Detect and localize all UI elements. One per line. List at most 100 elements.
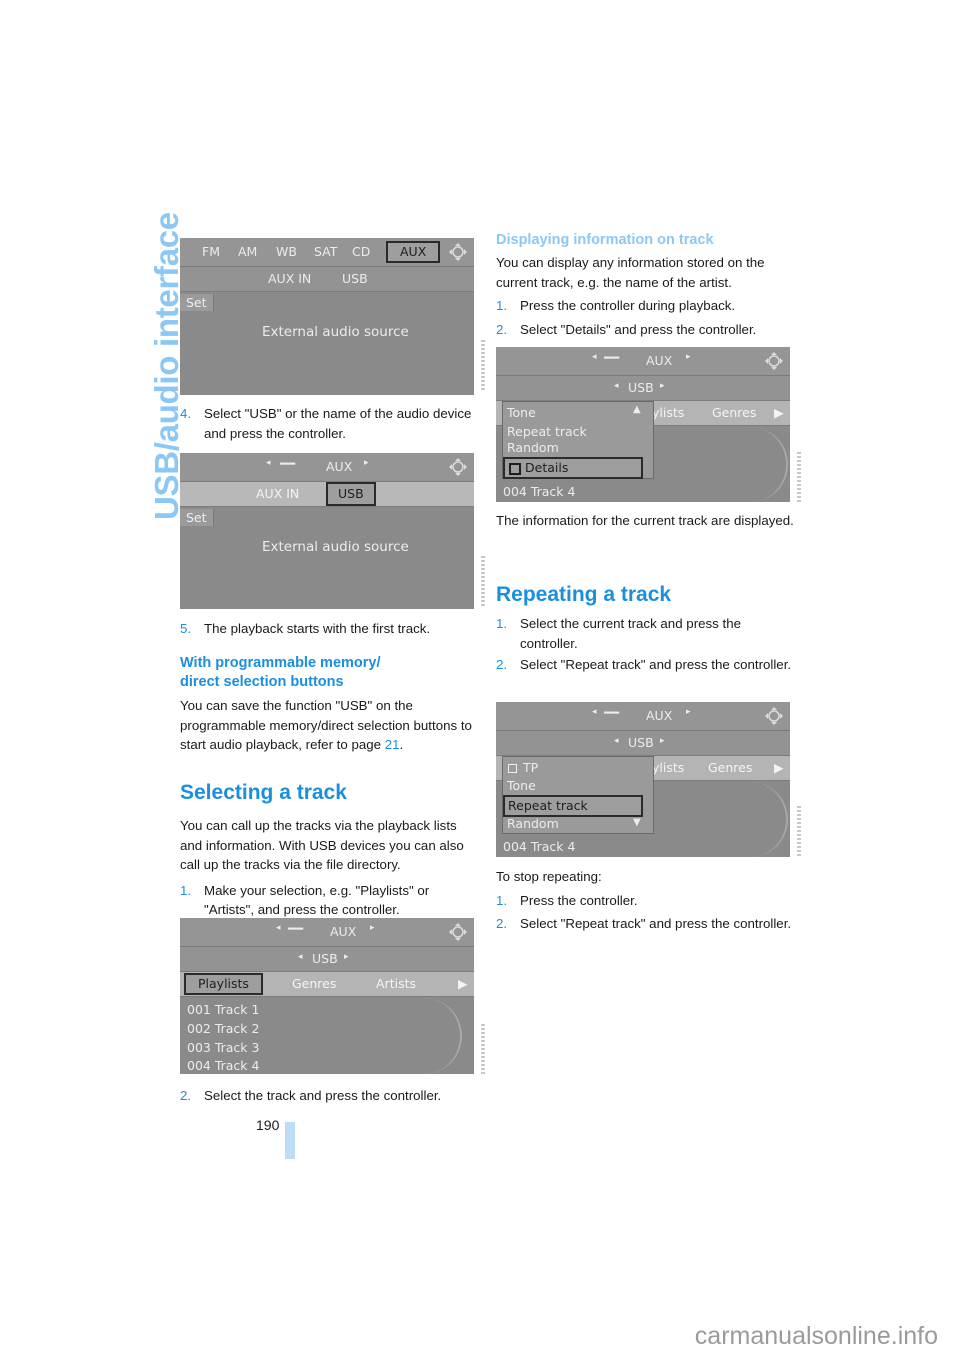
tab-playlists-selected[interactable]: Playlists	[184, 973, 263, 995]
sub-aux-in[interactable]: AUX IN	[256, 486, 299, 501]
tab-artists[interactable]: Artists	[376, 976, 416, 991]
title-prev-arrow[interactable]: ◂	[592, 352, 597, 362]
programmable-section: With programmable memory/direct selectio…	[180, 654, 475, 755]
track-item[interactable]: 004 Track 4	[187, 1058, 259, 1073]
track-item[interactable]: 002 Track 2	[187, 1021, 259, 1036]
menu-item-repeat-track[interactable]: Repeat track	[507, 424, 587, 439]
controller-nav-icon	[449, 243, 467, 261]
category-tab-bar: Playlists Genres Artists ▶	[180, 972, 474, 997]
page-number: 190	[256, 1117, 280, 1133]
screen-title: AUX	[326, 459, 353, 474]
image-code	[797, 452, 801, 502]
current-track: 004 Track 4	[503, 484, 576, 499]
track-item[interactable]: 003 Track 3	[187, 1040, 259, 1055]
menu-item-random[interactable]: Random	[507, 816, 559, 831]
controller-nav-icon	[765, 352, 783, 370]
source-next-arrow[interactable]: ▸	[344, 952, 349, 962]
screen-title: AUX	[646, 708, 673, 723]
sub-aux-in[interactable]: AUX IN	[268, 271, 311, 286]
source-next-arrow[interactable]: ▸	[660, 381, 665, 391]
aux-title-bar: ◂ ━━ AUX ▸	[496, 347, 790, 376]
source-next-arrow[interactable]: ▸	[660, 736, 665, 746]
stop-section: To stop repeating: 1. Press the controlle…	[496, 867, 796, 934]
aux-title-bar: ◂ ━━ AUX ▸	[496, 702, 790, 731]
more-tabs-arrow-icon[interactable]: ▶	[458, 976, 468, 991]
external-audio-message: External audio source	[262, 539, 409, 555]
source-label: USB	[628, 735, 654, 750]
selecting-text: You can call up the tracks via the playb…	[180, 818, 464, 872]
menu-item-random[interactable]: Random	[507, 440, 559, 455]
tab-playlists-partial[interactable]: ylists	[652, 760, 684, 775]
menu-item-details-selected[interactable]: Details	[503, 457, 643, 479]
info-section: Displaying information on track You can …	[496, 231, 796, 339]
tab-genres[interactable]: Genres	[708, 760, 752, 775]
menu-item-tp[interactable]: TP	[523, 760, 538, 775]
controller-nav-icon	[449, 458, 467, 476]
title-prev-arrow[interactable]: ◂	[266, 458, 271, 468]
image-code	[481, 340, 485, 392]
tab-fm[interactable]: FM	[202, 244, 220, 259]
tab-cd[interactable]: CD	[352, 244, 370, 259]
tab-genres[interactable]: Genres	[712, 405, 756, 420]
title-next-arrow[interactable]: ▸	[364, 458, 369, 468]
tp-checkbox-icon[interactable]	[508, 764, 517, 773]
image-code	[797, 806, 801, 856]
image-code	[481, 556, 485, 608]
aux-cable-icon: ━━	[604, 705, 620, 720]
step-4: 4. Select "USB" or the name of the audio …	[180, 406, 472, 441]
title-prev-arrow[interactable]: ◂	[592, 707, 597, 717]
chapter-side-title: USB/audio interface	[118, 212, 185, 522]
sel-step-2: 2. Select the track and press the control…	[180, 1088, 442, 1103]
title-prev-arrow[interactable]: ◂	[276, 923, 281, 933]
screen-details-menu: ◂ ━━ AUX ▸ ◂ USB ▸ ylists Genres ▶ Tone …	[496, 347, 790, 502]
tab-genres[interactable]: Genres	[292, 976, 336, 991]
page-marker-bar	[285, 1122, 295, 1159]
aux-cable-icon: ━━	[280, 456, 296, 471]
external-audio-message: External audio source	[262, 324, 409, 340]
tab-sat[interactable]: SAT	[314, 244, 337, 259]
source-prev-arrow[interactable]: ◂	[614, 736, 619, 746]
screen-usb-playlists: ◂ ━━ AUX ▸ ◂ USB ▸ Playlists Genres Arti…	[180, 918, 474, 1074]
title-next-arrow[interactable]: ▸	[370, 923, 375, 933]
aux-cable-icon: ━━	[288, 921, 304, 936]
set-button[interactable]: Set	[180, 509, 214, 526]
options-popup: TP Tone Repeat track Random ▼	[502, 756, 654, 834]
screen-title: AUX	[646, 353, 673, 368]
info-heading: Displaying information on track	[496, 232, 714, 248]
controller-nav-icon	[449, 923, 467, 941]
title-next-arrow[interactable]: ▸	[686, 352, 691, 362]
tab-wb[interactable]: WB	[276, 244, 297, 259]
page-ref-link[interactable]: 21	[385, 737, 400, 752]
sub-usb[interactable]: USB	[342, 271, 368, 286]
track-item[interactable]: 001 Track 1	[187, 1002, 259, 1017]
menu-item-tone[interactable]: Tone	[507, 778, 536, 793]
source-prev-arrow[interactable]: ◂	[614, 381, 619, 391]
tab-am[interactable]: AM	[238, 244, 257, 259]
sub-usb-selected[interactable]: USB	[326, 482, 376, 506]
source-bar: ◂ USB ▸	[180, 947, 474, 972]
menu-item-repeat-track-selected[interactable]: Repeat track	[503, 795, 643, 817]
source-prev-arrow[interactable]: ◂	[298, 952, 303, 962]
scroll-down-icon[interactable]: ▼	[633, 817, 641, 828]
stop-text: To stop repeating:	[496, 869, 602, 884]
image-code	[481, 1024, 485, 1074]
controller-nav-icon	[765, 707, 783, 725]
aux-cable-icon: ━━	[604, 350, 620, 365]
more-tabs-arrow-icon[interactable]: ▶	[774, 760, 784, 775]
screen-aux-usb-select: ◂ ━━ AUX ▸ AUX IN USB Set External audio…	[180, 453, 474, 609]
info-text: You can display any information stored o…	[496, 255, 765, 290]
tab-aux-selected[interactable]: AUX	[386, 241, 441, 263]
watermark: carmanualsonline.info	[694, 1322, 938, 1350]
screen-repeat-menu: ◂ ━━ AUX ▸ ◂ USB ▸ ylists Genres ▶ TP To…	[496, 702, 790, 857]
tab-playlists-partial[interactable]: ylists	[652, 405, 684, 420]
scroll-arc	[746, 782, 788, 857]
programmable-text: You can save the function "USB" on the p…	[180, 698, 472, 752]
set-button[interactable]: Set	[180, 294, 214, 311]
title-next-arrow[interactable]: ▸	[686, 707, 691, 717]
selecting-heading: Selecting a track	[180, 781, 347, 804]
scroll-up-icon[interactable]: ▲	[633, 404, 641, 415]
more-tabs-arrow-icon[interactable]: ▶	[774, 405, 784, 420]
source-tab-bar: FM AM WB SAT CD AUX	[180, 238, 474, 267]
scroll-arc	[746, 427, 788, 502]
menu-item-tone[interactable]: Tone	[507, 405, 536, 420]
